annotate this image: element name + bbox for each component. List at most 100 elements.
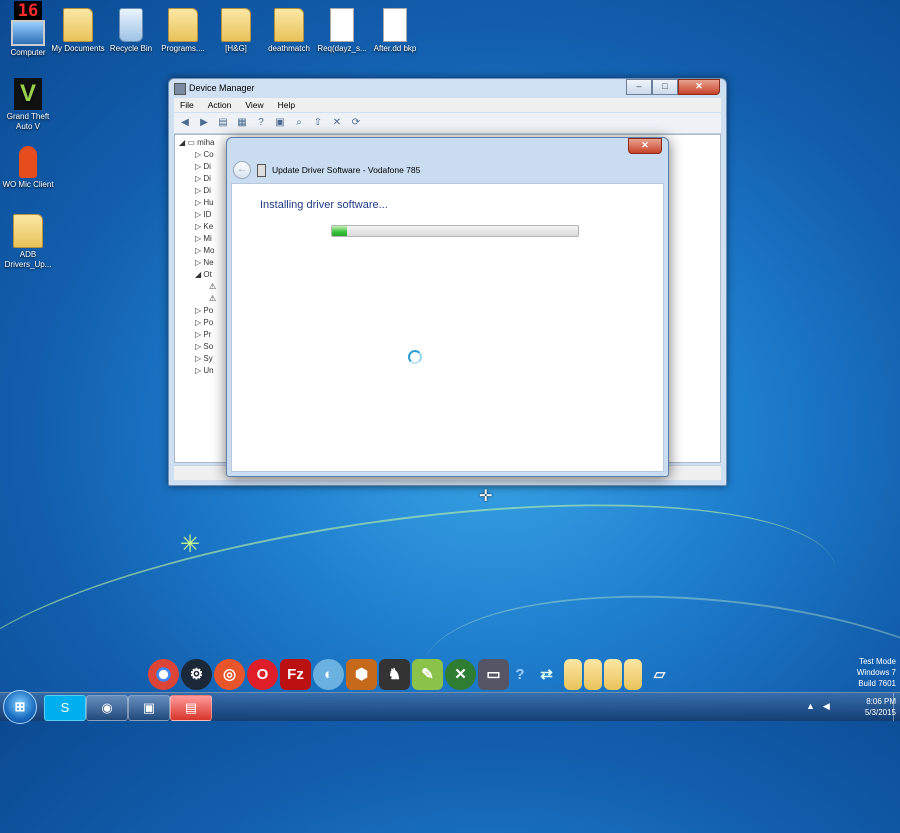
help-icon[interactable]: ? xyxy=(254,116,268,130)
desktop-icon-hg[interactable]: [H&G] xyxy=(208,8,264,54)
tree-item[interactable]: ⚠ xyxy=(209,281,216,293)
desktop-icon-after-dd-bkp[interactable]: After.dd bkp xyxy=(367,8,423,54)
menu-action[interactable]: Action xyxy=(208,98,232,112)
game-shortcut-icon[interactable]: ♞ xyxy=(379,658,410,690)
show-desktop-button[interactable] xyxy=(893,693,900,721)
tree-item[interactable]: ▷ Po xyxy=(195,317,213,329)
desktop-icon-wo-mic[interactable]: WO Mic Client xyxy=(0,146,56,190)
tree-item[interactable]: ▷ Un xyxy=(195,365,214,377)
show-hide-tree-icon[interactable]: ▤ xyxy=(216,116,230,130)
tree-item-label: So xyxy=(203,342,214,351)
minimize-button[interactable]: – xyxy=(626,79,652,95)
progress-fill xyxy=(332,226,347,236)
tree-item[interactable]: ▷ Sy xyxy=(195,353,213,365)
filezilla-icon[interactable]: Fz xyxy=(280,658,311,690)
desktop-icon-recycle-bin[interactable]: Recycle Bin xyxy=(103,8,159,54)
vlc-mumble-icon[interactable]: ◐ xyxy=(313,658,344,690)
steam-icon[interactable]: ⚙ xyxy=(181,658,212,690)
tree-item[interactable]: ▷ Po xyxy=(195,305,213,317)
tree-item[interactable]: ▷ Di xyxy=(195,161,211,173)
tree-item[interactable]: ▷ Di xyxy=(195,173,211,185)
maximize-button[interactable]: □ xyxy=(652,79,678,95)
tree-item[interactable]: ▷ Di xyxy=(195,185,211,197)
folder-icon[interactable] xyxy=(624,658,642,690)
drive-icon[interactable]: ▱ xyxy=(644,659,675,690)
tree-item-label: Co xyxy=(203,150,214,159)
menu-file[interactable]: File xyxy=(180,98,194,112)
desktop-icon-deathmatch[interactable]: deathmatch xyxy=(261,8,317,54)
dialog-header: ← Update Driver Software - Vodafone 785 xyxy=(233,158,662,182)
folder-icon xyxy=(168,8,198,42)
menu-view[interactable]: View xyxy=(245,98,263,112)
toolbar: ◀ ▶ ▤ ▦ ? ▣ ⌕ ⇧ ✕ ⟳ xyxy=(174,113,721,134)
tree-item[interactable]: ◢ Ot xyxy=(195,269,212,281)
desktop-icon-computer[interactable]: Computer xyxy=(0,20,56,58)
tree-item[interactable]: ▷ Hu xyxy=(195,197,214,209)
folder-icon[interactable] xyxy=(584,658,602,690)
desktop-icon-label: Req(dayz_s... xyxy=(317,44,367,53)
menu-help[interactable]: Help xyxy=(278,98,295,112)
back-button[interactable]: ← xyxy=(233,161,251,179)
update-driver-dialog[interactable]: ✕ ← Update Driver Software - Vodafone 78… xyxy=(226,137,669,477)
tree-item[interactable]: ▷ Mi xyxy=(195,233,212,245)
desktop-icon-req-dayz[interactable]: Req(dayz_s... xyxy=(314,8,370,54)
disable-device-icon[interactable]: ✕ xyxy=(330,116,344,130)
tree-item-label: Ot xyxy=(203,270,212,279)
desktop-icon-label: After.dd bkp xyxy=(373,44,417,53)
desktop-icon-programs[interactable]: Programs.... xyxy=(155,8,211,54)
tree-root[interactable]: ◢ ▭ miha xyxy=(179,137,215,149)
tree-item-label: Ne xyxy=(203,258,214,267)
back-arrow-icon[interactable]: ◀ xyxy=(178,116,192,130)
scan-hardware-icon[interactable]: ⌕ xyxy=(292,116,306,130)
desktop-icon-my-documents[interactable]: My Documents xyxy=(50,8,106,54)
network-tray-icon[interactable]: ▲ xyxy=(806,701,815,712)
desktop-icon-label: Grand Theft Auto V xyxy=(6,112,50,131)
notepad-icon[interactable]: ✎ xyxy=(412,658,443,690)
tree-item[interactable]: ▷ Mo xyxy=(195,245,215,257)
tree-item-label: Mo xyxy=(203,246,215,255)
uninstall-device-icon[interactable]: ⟳ xyxy=(349,116,363,130)
taskbar-chrome-icon[interactable]: ◉ xyxy=(86,695,128,721)
desktop-icon-adb-drivers[interactable]: ADB Drivers_Up... xyxy=(0,214,56,270)
monitor-icon[interactable]: ▭ xyxy=(478,658,509,690)
origin-icon[interactable]: ◎ xyxy=(214,658,245,690)
network-icon[interactable]: ⇄ xyxy=(531,659,562,690)
tree-item-label: Mi xyxy=(203,234,212,243)
xbox-icon[interactable]: ✕ xyxy=(445,658,476,690)
document-icon xyxy=(383,8,407,42)
start-button[interactable]: ⊞ xyxy=(3,690,37,724)
forward-arrow-icon[interactable]: ▶ xyxy=(197,116,211,130)
chrome-icon[interactable] xyxy=(148,658,179,690)
taskbar-skype-icon[interactable]: S xyxy=(44,695,86,721)
dialog-close-button[interactable]: ✕ xyxy=(628,138,662,154)
taskbar-device-manager-icon[interactable]: ▣ xyxy=(128,695,170,721)
desktop-icon-label: Programs.... xyxy=(161,44,205,53)
tree-item[interactable]: ▷ Ne xyxy=(195,257,214,269)
tree-item[interactable]: ▷ Co xyxy=(195,149,214,161)
tree-item[interactable]: ▷ Pr xyxy=(195,329,211,341)
luabox-icon[interactable]: ⬢ xyxy=(346,658,377,690)
desktop-icon-label: [H&G] xyxy=(225,44,247,53)
tree-item[interactable]: ▷ So xyxy=(195,341,213,353)
phone-device-icon xyxy=(257,163,266,177)
folder-icon[interactable] xyxy=(604,658,622,690)
tree-item[interactable]: ⚠ xyxy=(209,293,216,305)
desktop-icon-label: WO Mic Client xyxy=(2,180,54,189)
computer-icon xyxy=(11,20,45,46)
taskbar-recorder-icon[interactable]: ▤ xyxy=(170,695,212,721)
watermark-line: Windows 7 xyxy=(856,668,896,677)
watermark-line: Test Mode xyxy=(859,657,896,666)
folder-icon[interactable] xyxy=(564,658,582,690)
opera-icon[interactable]: O xyxy=(247,658,278,690)
tree-item[interactable]: ▷ Ke xyxy=(195,221,213,233)
view-icon[interactable]: ▣ xyxy=(273,116,287,130)
clock[interactable]: 8:06 PM 5/3/2015 xyxy=(816,696,896,718)
help-question-icon[interactable]: ? xyxy=(511,659,529,690)
desktop-icon-gta-v[interactable]: V Grand Theft Auto V xyxy=(0,78,56,132)
tree-item[interactable]: ▷ ID xyxy=(195,209,211,221)
device-manager-titlebar[interactable]: Device Manager – □ ✕ xyxy=(169,79,726,97)
properties-icon[interactable]: ▦ xyxy=(235,116,249,130)
close-button[interactable]: ✕ xyxy=(678,79,720,95)
update-driver-icon[interactable]: ⇧ xyxy=(311,116,325,130)
tree-item-label: Un xyxy=(203,366,214,375)
